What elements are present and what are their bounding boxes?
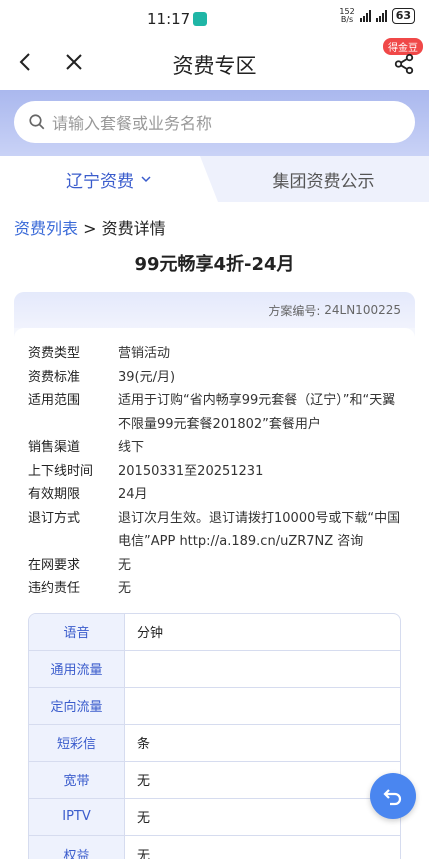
detail-key: 上下线时间 — [28, 463, 94, 479]
tab-liaoning-tariff[interactable]: 辽宁资费 — [0, 156, 218, 202]
detail-key: 适用范围 — [28, 393, 81, 408]
table-key: 短彩信 — [29, 724, 125, 761]
network-speed: 152 B/s — [339, 8, 354, 24]
table-row: 权益无 — [29, 835, 400, 859]
table-key: 通用流量 — [29, 650, 125, 687]
detail-row-period: 上下线时间 20150331至20251231 — [28, 460, 401, 484]
detail-row-type: 资费类型 营销活动 — [28, 342, 401, 366]
table-value: 分钟 — [137, 626, 164, 641]
detail-value: 退订次月生效。退订请拨打10000号或下载“中国电信”APP http://a.… — [118, 510, 401, 550]
return-icon — [383, 789, 402, 806]
detail-row-validity: 有效期限 24月 — [28, 483, 401, 507]
detail-key: 有效期限 — [28, 487, 81, 502]
app-notification-icon — [193, 12, 208, 26]
return-button[interactable] — [370, 773, 416, 819]
breadcrumb-parent-link[interactable]: 资费列表 — [14, 219, 78, 238]
table-row: 宽带无 — [29, 761, 400, 799]
search-placeholder: 请输入套餐或业务名称 — [52, 114, 213, 133]
table-key: 语音 — [29, 613, 125, 650]
table-row: 定向流量 — [29, 687, 400, 725]
tab-bar: 辽宁资费 集团资费公示 — [0, 156, 429, 202]
table-key: 权益 — [29, 835, 125, 859]
plan-code-label: 方案编号: — [268, 303, 321, 318]
breadcrumb: 资费列表 > 资费详情 — [0, 202, 429, 248]
table-key: 定向流量 — [29, 687, 125, 724]
detail-value: 适用于订购“省内畅享99元套餐（辽宁）”和“天翼不限量99元套餐201802”套… — [118, 393, 396, 432]
detail-key: 资费标准 — [28, 369, 81, 385]
plan-code-value: 24LN100225 — [324, 303, 401, 317]
table-value — [125, 651, 400, 687]
status-time: 11:17 — [147, 10, 208, 28]
plan-code: 方案编号: 24LN100225 — [14, 292, 415, 328]
detail-row-standard: 资费标准 39(元/月) — [28, 366, 401, 390]
resource-table: 语音 分钟 通用流量 定向流量 短彩信条 宽带无 IPTV 无 权益无 — [28, 612, 401, 859]
table-key: 宽带 — [29, 761, 125, 798]
table-row: IPTV 无 — [29, 798, 400, 836]
status-indicators: 152 B/s 63 — [339, 8, 415, 24]
page-title: 资费专区 — [172, 54, 257, 78]
network-speed-unit: B/s — [340, 15, 354, 24]
table-value: 无 — [137, 848, 151, 859]
plan-detail-card: 方案编号: 24LN100225 资费类型 营销活动 资费标准 39(元/月) 适用… — [14, 292, 415, 859]
detail-value: 无 — [118, 557, 132, 573]
tab-group-tariff[interactable]: 集团资费公示 — [218, 156, 429, 202]
detail-key: 销售渠道 — [28, 440, 81, 455]
chevron-down-icon — [141, 176, 151, 183]
4g-signal-icon — [375, 10, 387, 22]
tab-group-label: 集团资费公示 — [272, 171, 375, 192]
table-value: 条 — [137, 737, 151, 752]
breadcrumb-separator: > — [78, 219, 102, 238]
detail-row-liability: 违约责任 无 — [28, 577, 401, 601]
table-row: 语音 分钟 — [29, 613, 400, 651]
table-key: IPTV — [29, 798, 125, 835]
detail-value: 24月 — [118, 487, 148, 502]
5g-signal-icon — [359, 10, 371, 22]
detail-value: 无 — [118, 581, 132, 596]
detail-value: 营销活动 — [118, 346, 171, 361]
detail-key: 在网要求 — [28, 557, 81, 573]
detail-row-unsubscribe: 退订方式 退订次月生效。退订请拨打10000号或下载“中国电信”APP http:… — [28, 507, 401, 554]
tab-liaoning-label: 辽宁资费 — [66, 171, 134, 192]
detail-value: 20150331至20251231 — [118, 463, 264, 479]
detail-key: 资费类型 — [28, 346, 81, 361]
search-icon — [29, 114, 45, 130]
detail-key: 退订方式 — [28, 510, 81, 526]
table-value: 无 — [137, 811, 151, 826]
table-row: 短彩信条 — [29, 724, 400, 762]
status-bar: 11:17 152 B/s 63 — [0, 0, 429, 36]
breadcrumb-current: 资费详情 — [101, 219, 166, 238]
detail-row-network-req: 在网要求 无 — [28, 554, 401, 578]
battery-icon: 63 — [391, 8, 415, 24]
table-value: 无 — [137, 774, 151, 789]
search-input[interactable]: 请输入套餐或业务名称 — [14, 101, 415, 143]
detail-value: 39(元/月) — [118, 369, 176, 385]
nav-bar: 资费专区 得金豆 — [0, 36, 429, 90]
table-row: 通用流量 — [29, 650, 400, 688]
plan-title: 99元畅享4折-24月 — [0, 248, 429, 292]
detail-key: 违约责任 — [28, 581, 81, 596]
table-value — [125, 688, 400, 724]
status-time-text: 11:17 — [147, 10, 191, 28]
detail-value: 线下 — [118, 440, 145, 455]
share-icon[interactable] — [393, 53, 415, 75]
detail-row-channel: 销售渠道 线下 — [28, 436, 401, 460]
detail-row-scope: 适用范围 适用于订购“省内畅享99元套餐（辽宁）”和“天翼不限量99元套餐2018… — [28, 389, 401, 436]
plan-detail-body: 资费类型 营销活动 资费标准 39(元/月) 适用范围 适用于订购“省内畅享99元套餐… — [14, 328, 415, 859]
search-band: 请输入套餐或业务名称 — [0, 90, 429, 156]
